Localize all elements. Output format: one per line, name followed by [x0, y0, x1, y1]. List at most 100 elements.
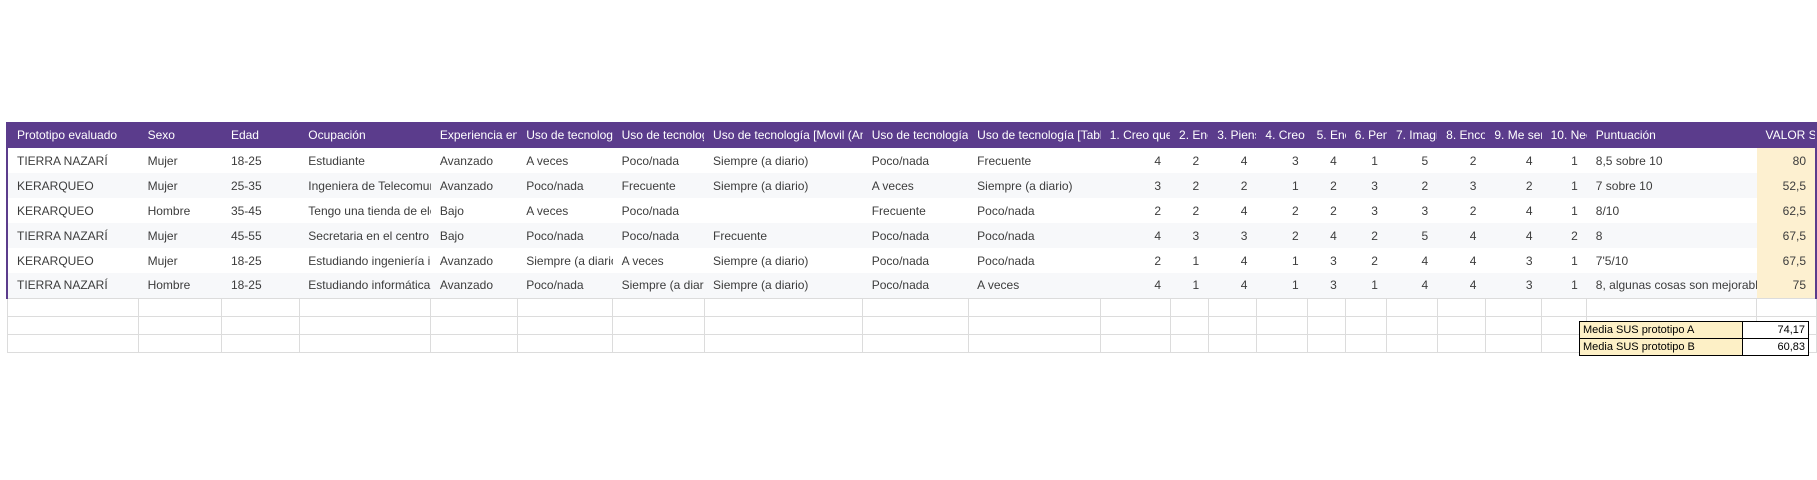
empty-cell[interactable] [516, 315, 614, 335]
table-cell[interactable]: 7 sobre 10 [1586, 173, 1757, 198]
table-cell[interactable]: 1 [1256, 173, 1308, 198]
column-header[interactable]: Uso de tecnología [Tablet [968, 122, 1101, 148]
table-cell[interactable]: Mujer [138, 248, 222, 273]
table-cell[interactable]: 1 [1541, 248, 1587, 273]
media-b-value[interactable]: 60,83 [1742, 338, 1809, 356]
empty-cell[interactable] [1436, 315, 1486, 335]
empty-cell[interactable] [430, 297, 518, 317]
table-cell[interactable]: 75 [1756, 273, 1817, 298]
column-header[interactable]: Uso de tecnología [Movil (Andr [704, 122, 863, 148]
table-cell[interactable]: 1 [1256, 273, 1308, 298]
table-cell[interactable]: Mujer [138, 148, 222, 173]
empty-cell[interactable] [6, 315, 140, 335]
table-cell[interactable]: 18-25 [221, 273, 300, 298]
table-cell[interactable]: 67,5 [1756, 248, 1817, 273]
table-cell[interactable]: Ingeniera de Telecomunicaciones [299, 173, 431, 198]
table-cell[interactable]: Estudiante [299, 148, 431, 173]
table-cell[interactable]: 4 [1437, 223, 1486, 248]
media-b-label[interactable]: Media SUS prototipo B [1579, 338, 1743, 356]
empty-cell[interactable] [1255, 297, 1309, 317]
empty-cell[interactable] [1169, 315, 1209, 335]
table-cell[interactable]: 2 [1345, 248, 1387, 273]
table-cell[interactable]: 67,5 [1756, 223, 1817, 248]
table-cell[interactable]: 1 [1256, 248, 1308, 273]
column-header[interactable]: 1. Creo que n [1100, 122, 1171, 148]
table-cell[interactable]: Estudiando informática [299, 273, 431, 298]
table-cell[interactable]: Poco/nada [862, 273, 969, 298]
table-cell[interactable]: 62,5 [1756, 198, 1817, 223]
table-cell[interactable]: Avanzado [430, 148, 518, 173]
table-cell[interactable]: 2 [1256, 223, 1308, 248]
table-cell[interactable]: TIERRA NAZARÍ [6, 273, 139, 298]
empty-cell[interactable] [1345, 297, 1388, 317]
table-cell[interactable]: Mujer [138, 173, 222, 198]
table-cell[interactable]: Frecuente [612, 173, 705, 198]
empty-cell[interactable] [1169, 333, 1209, 353]
column-header[interactable]: 2. Enc [1170, 122, 1209, 148]
table-cell[interactable]: Mujer [138, 223, 222, 248]
table-cell[interactable]: 1 [1541, 198, 1587, 223]
empty-cell[interactable] [430, 333, 518, 353]
table-cell[interactable]: Poco/nada [517, 173, 613, 198]
empty-cell[interactable] [1345, 315, 1388, 335]
empty-cell[interactable] [6, 333, 140, 353]
column-header[interactable]: 8. Encor [1437, 122, 1486, 148]
empty-cell[interactable] [1756, 297, 1817, 317]
table-cell[interactable]: 2 [1437, 198, 1486, 223]
table-cell[interactable]: A veces [862, 173, 969, 198]
table-cell[interactable]: 3 [1485, 248, 1542, 273]
empty-cell[interactable] [1436, 333, 1486, 353]
empty-cell[interactable] [612, 297, 705, 317]
table-cell[interactable]: 18-25 [221, 148, 300, 173]
table-cell[interactable]: 4 [1485, 148, 1542, 173]
table-cell[interactable]: 3 [1345, 198, 1387, 223]
column-header[interactable]: Uso de tecnología [517, 122, 613, 148]
empty-cell[interactable] [1386, 297, 1438, 317]
empty-cell[interactable] [516, 297, 614, 317]
empty-cell[interactable] [612, 315, 705, 335]
empty-cell[interactable] [967, 297, 1102, 317]
table-cell[interactable]: 3 [1208, 223, 1257, 248]
empty-cell[interactable] [1255, 333, 1309, 353]
column-header[interactable]: 6. Pens [1345, 122, 1387, 148]
table-cell[interactable]: Siempre (a diario) [704, 248, 863, 273]
table-cell[interactable]: 3 [1100, 173, 1171, 198]
table-cell[interactable]: 4 [1485, 223, 1542, 248]
column-header[interactable]: Experiencia en i [430, 122, 518, 148]
empty-cell[interactable] [1207, 315, 1257, 335]
table-cell[interactable]: 3 [1170, 223, 1209, 248]
table-cell[interactable]: 3 [1437, 173, 1486, 198]
table-cell[interactable]: Poco/nada [517, 223, 613, 248]
table-cell[interactable]: 2 [1170, 148, 1209, 173]
table-cell[interactable]: Poco/nada [862, 248, 969, 273]
column-header[interactable]: 5. Enc [1307, 122, 1346, 148]
table-cell[interactable]: 4 [1208, 248, 1257, 273]
empty-cell[interactable] [1484, 315, 1543, 335]
table-cell[interactable]: Avanzado [430, 173, 518, 198]
table-cell[interactable]: 2 [1170, 173, 1209, 198]
table-cell[interactable]: 45-55 [221, 223, 300, 248]
table-cell[interactable]: 4 [1307, 223, 1346, 248]
table-cell[interactable]: A veces [968, 273, 1101, 298]
table-cell[interactable]: 2 [1485, 173, 1542, 198]
column-header[interactable]: Uso de tecnología [612, 122, 705, 148]
table-cell[interactable]: Siempre (a diario) [704, 148, 863, 173]
table-cell[interactable]: Bajo [430, 223, 518, 248]
table-cell[interactable]: KERARQUEO [6, 198, 139, 223]
column-header[interactable]: Ocupación [299, 122, 431, 148]
table-cell[interactable]: 4 [1208, 148, 1257, 173]
table-cell[interactable]: 2 [1100, 198, 1171, 223]
column-header[interactable]: Uso de tecnología [l [862, 122, 969, 148]
table-cell[interactable]: Siempre (a diario) [704, 273, 863, 298]
empty-cell[interactable] [703, 297, 864, 317]
table-cell[interactable]: 8, algunas cosas son mejorables [1586, 273, 1757, 298]
table-cell[interactable]: Siempre (a diario) [612, 273, 705, 298]
table-cell[interactable]: 4 [1100, 223, 1171, 248]
table-cell[interactable]: Poco/nada [612, 148, 705, 173]
table-cell[interactable]: 2 [1170, 198, 1209, 223]
table-cell[interactable]: 35-45 [221, 198, 300, 223]
table-cell[interactable]: 25-35 [221, 173, 300, 198]
table-cell[interactable]: 2 [1208, 173, 1257, 198]
table-cell[interactable]: Poco/nada [968, 223, 1101, 248]
empty-cell[interactable] [1100, 315, 1171, 335]
